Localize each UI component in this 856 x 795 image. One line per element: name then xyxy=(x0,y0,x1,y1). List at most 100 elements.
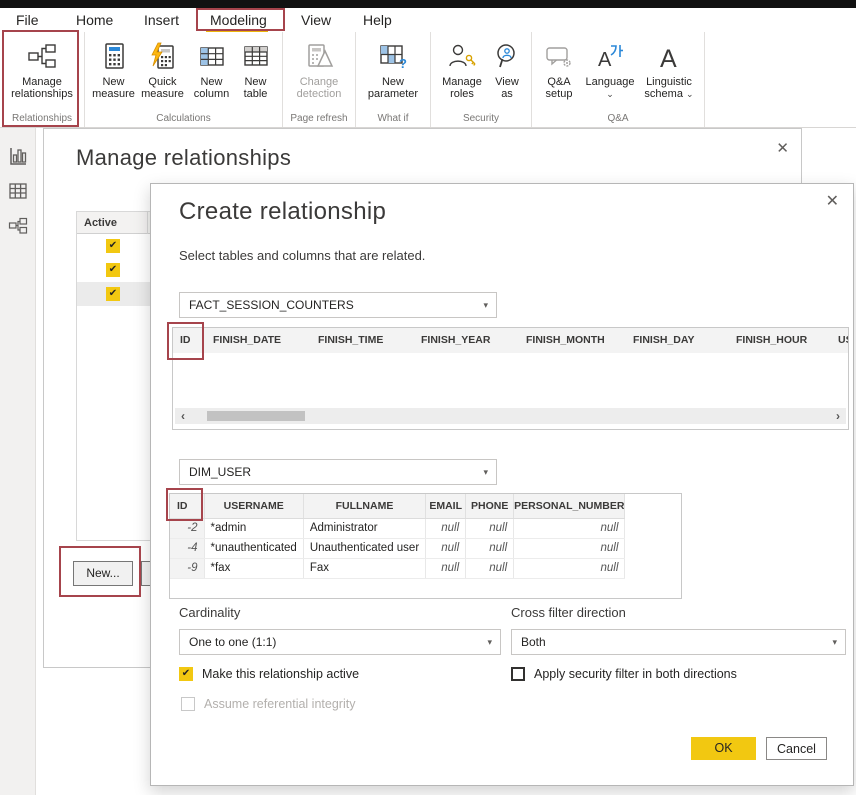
manage-roles-button[interactable]: Manage roles xyxy=(436,38,488,100)
column-divider xyxy=(147,212,148,234)
cardinality-select[interactable]: One to one (1:1) ▾ xyxy=(179,629,501,655)
model-view-icon[interactable] xyxy=(8,216,28,236)
checkbox-checked[interactable]: ✔ xyxy=(179,667,193,681)
qa-setup-icon xyxy=(544,40,574,72)
chevron-down-icon: ⌄ xyxy=(686,89,694,99)
tab-home[interactable]: Home xyxy=(76,9,113,31)
btn-label: Manage xyxy=(442,76,482,88)
dialog-title: Create relationship xyxy=(179,198,386,226)
scrollbar-thumb[interactable] xyxy=(207,411,305,421)
checkbox-unchecked[interactable] xyxy=(511,667,525,681)
active-checkbox[interactable]: ✔ xyxy=(106,287,120,301)
dialog-title: Manage relationships xyxy=(76,145,291,171)
tab-view[interactable]: View xyxy=(301,9,331,31)
ribbon: Manage relationships Relationships New m… xyxy=(0,32,856,128)
change-detection-button: Change detection xyxy=(289,38,349,100)
table1-select[interactable]: FACT_SESSION_COUNTERS ▾ xyxy=(179,292,497,318)
btn-label: relationships xyxy=(11,88,73,100)
ribbon-group-calculations: New measure Quick measure xyxy=(85,32,283,127)
cardinality-label: Cardinality xyxy=(179,605,240,620)
ribbon-group-security: Manage roles View as Security xyxy=(431,32,532,127)
horizontal-scrollbar[interactable]: ‹ › xyxy=(175,408,846,424)
linguistic-schema-icon: A xyxy=(656,40,682,72)
quick-measure-button[interactable]: Quick measure xyxy=(137,38,189,100)
table1-preview: ID FINISH_DATE FINISH_TIME FINISH_YEAR F… xyxy=(172,327,849,430)
cell: *admin xyxy=(204,518,303,538)
btn-label: setup xyxy=(546,88,573,100)
btn-label: table xyxy=(244,88,268,100)
tab-help[interactable]: Help xyxy=(363,9,392,31)
cell: -9 xyxy=(170,558,204,578)
table1-col-header[interactable]: USER_ID xyxy=(831,328,848,353)
active-checkbox[interactable]: ✔ xyxy=(106,263,120,277)
make-relationship-active-option[interactable]: ✔ Make this relationship active xyxy=(179,667,359,681)
close-icon[interactable]: ✕ xyxy=(826,194,839,209)
tab-file[interactable]: File xyxy=(16,9,39,31)
btn-label: Q&A xyxy=(547,76,570,88)
table-row[interactable]: -2 *admin Administrator null null null xyxy=(170,518,625,538)
table-row[interactable]: -9 *fax Fax null null null xyxy=(170,558,625,578)
table2-col-header[interactable]: FULLNAME xyxy=(303,494,425,518)
table1-col-header[interactable]: ID xyxy=(173,328,206,353)
table1-col-header[interactable]: FINISH_MONTH xyxy=(519,328,626,353)
group-label: Security xyxy=(431,113,531,124)
option-label: Make this relationship active xyxy=(202,667,359,681)
ribbon-group-qa: Q&A setup A Language ⌄ A xyxy=(532,32,705,127)
language-button[interactable]: A Language ⌄ xyxy=(582,38,638,100)
new-table-button[interactable]: New table xyxy=(235,38,277,100)
table2-col-header[interactable]: USERNAME xyxy=(204,494,303,518)
ribbon-group-relationships: Manage relationships Relationships xyxy=(0,32,85,127)
active-tab-underline xyxy=(206,29,268,32)
table2-col-header[interactable]: ID xyxy=(170,494,204,518)
selected-value: One to one (1:1) xyxy=(189,635,276,649)
cell: *fax xyxy=(204,558,303,578)
cell: -2 xyxy=(170,518,204,538)
dialog-instruction: Select tables and columns that are relat… xyxy=(179,248,425,263)
svg-text:?: ? xyxy=(399,56,407,69)
cell: Administrator xyxy=(303,518,425,538)
apply-security-filter-option[interactable]: Apply security filter in both directions xyxy=(511,667,737,681)
ribbon-group-what-if: ? New parameter What if xyxy=(356,32,431,127)
cross-filter-select[interactable]: Both ▾ xyxy=(511,629,846,655)
new-parameter-button[interactable]: ? New parameter xyxy=(363,38,423,100)
linguistic-schema-button[interactable]: A Linguistic schema ⌄ xyxy=(638,38,700,100)
scroll-left-icon[interactable]: ‹ xyxy=(181,408,185,424)
table1-col-header[interactable]: FINISH_TIME xyxy=(311,328,414,353)
new-relationship-button[interactable]: New... xyxy=(73,561,133,586)
new-measure-button[interactable]: New measure xyxy=(91,38,137,100)
group-label: Page refresh xyxy=(283,113,355,124)
table2-col-header[interactable]: EMAIL xyxy=(426,494,466,518)
btn-label: Quick xyxy=(148,76,176,88)
data-view-icon[interactable] xyxy=(8,181,28,201)
table1-col-header[interactable]: FINISH_DAY xyxy=(626,328,729,353)
qa-setup-button[interactable]: Q&A setup xyxy=(536,38,582,100)
cell: null xyxy=(426,518,466,538)
table1-col-header[interactable]: FINISH_YEAR xyxy=(414,328,519,353)
ribbon-group-page-refresh: Change detection Page refresh xyxy=(283,32,356,127)
scroll-right-icon[interactable]: › xyxy=(836,408,840,424)
table1-col-header[interactable]: FINISH_HOUR xyxy=(729,328,831,353)
table1-col-header[interactable]: FINISH_DATE xyxy=(206,328,311,353)
group-label: Q&A xyxy=(532,113,704,124)
view-as-button[interactable]: View as xyxy=(488,38,526,100)
manage-relationships-button[interactable]: Manage relationships xyxy=(2,38,82,100)
table2-col-header[interactable]: PERSONAL_NUMBER xyxy=(514,494,625,518)
btn-label: parameter xyxy=(368,88,418,100)
cell: null xyxy=(514,518,625,538)
tab-modeling[interactable]: Modeling xyxy=(210,9,267,31)
active-checkbox[interactable]: ✔ xyxy=(106,239,120,253)
table2-col-header[interactable]: PHONE xyxy=(466,494,514,518)
close-icon[interactable]: ✕ xyxy=(776,141,789,156)
option-label: Assume referential integrity xyxy=(204,697,355,711)
btn-label: schema xyxy=(644,88,683,100)
cancel-button[interactable]: Cancel xyxy=(766,737,827,760)
cell: null xyxy=(466,538,514,558)
ok-button[interactable]: OK xyxy=(691,737,756,760)
report-view-icon[interactable] xyxy=(8,146,28,166)
table-row[interactable]: -4 *unauthenticated Unauthenticated user… xyxy=(170,538,625,558)
table2-select[interactable]: DIM_USER ▾ xyxy=(179,459,497,485)
dropdown-caret-icon: ▾ xyxy=(832,630,837,654)
new-column-button[interactable]: New column xyxy=(189,38,235,100)
cell: -4 xyxy=(170,538,204,558)
tab-insert[interactable]: Insert xyxy=(144,9,179,31)
